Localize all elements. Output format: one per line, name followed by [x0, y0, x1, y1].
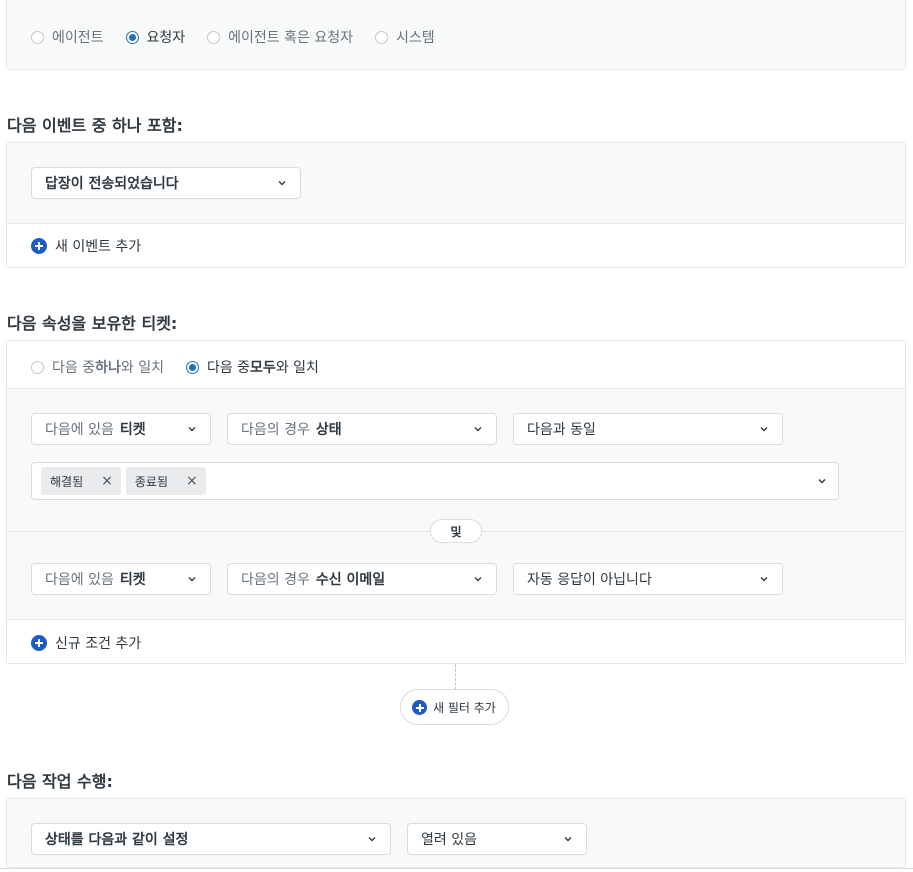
condition2-operator-value: 자동 응답이 아닙니다 — [527, 572, 652, 588]
match-all-pre: 다음 중 — [206, 360, 251, 376]
add-condition-label: 신규 조건 추가 — [55, 636, 142, 652]
chevron-down-icon — [188, 577, 196, 582]
match-any-bold: 하나 — [95, 360, 121, 376]
chevron-down-icon — [760, 577, 768, 582]
radio-match-all-dot[interactable] — [185, 360, 199, 374]
action-select[interactable]: 상태를 다음과 같이 설정 — [31, 823, 391, 855]
radio-match-any-dot[interactable] — [31, 360, 44, 374]
add-filter-button[interactable]: 새 필터 추가 — [400, 689, 509, 725]
value-tag: 해결됨 × — [41, 467, 121, 495]
condition2-object-value: 티켓 — [119, 572, 146, 588]
radio-agent-label: 에이전트 — [52, 30, 104, 46]
requester-scope-panel: 에이전트 요청자 에이전트 혹은 요청자 시스템 — [6, 0, 906, 70]
condition2-field-select[interactable]: 다음의 경우 수신 이메일 — [227, 563, 497, 595]
radio-requester-dot[interactable] — [125, 30, 139, 44]
remove-tag-icon[interactable]: × — [101, 473, 113, 489]
tickets-panel: 다음 중 하나 와 일치 다음 중 모두 와 일치 다음에 있음 티켓 다음의 경우 상… — [6, 340, 906, 664]
actions-panel: 상태를 다음과 같이 설정 열려 있음 — [6, 798, 906, 868]
condition1-field-value: 상태 — [315, 422, 342, 438]
add-event-label: 새 이벤트 추가 — [55, 239, 142, 255]
condition1-operator-select[interactable]: 다음과 동일 — [513, 413, 783, 445]
condition2-field-prefix: 다음의 경우 — [241, 572, 310, 588]
action-value-select[interactable]: 열려 있음 — [407, 823, 587, 855]
condition2-object-select[interactable]: 다음에 있음 티켓 — [31, 563, 211, 595]
condition1-values-multiselect[interactable]: 해결됨 × 종료됨 × — [31, 462, 839, 500]
match-all-bold: 모두 — [250, 360, 276, 376]
condition1-operator-value: 다음과 동일 — [527, 422, 596, 438]
events-heading: 다음 이벤트 중 하나 포함: — [7, 116, 183, 135]
value-tag-label: 해결됨 — [50, 474, 84, 489]
condition1-object-prefix: 다음에 있음 — [45, 422, 114, 438]
chevron-down-icon — [368, 837, 376, 842]
match-mode-radios: 다음 중 하나 와 일치 다음 중 모두 와 일치 — [31, 357, 341, 377]
and-connector: 및 — [430, 519, 482, 543]
condition1-object-select[interactable]: 다음에 있음 티켓 — [31, 413, 211, 445]
add-event-button[interactable]: 새 이벤트 추가 — [31, 236, 141, 256]
match-all-post: 와 일치 — [275, 360, 319, 376]
radio-system-dot[interactable] — [375, 30, 388, 44]
match-any-post: 와 일치 — [120, 360, 164, 376]
radio-agent-or-requester-label: 에이전트 혹은 요청자 — [228, 30, 353, 46]
action-value-select-value: 열려 있음 — [421, 832, 477, 848]
radio-match-any[interactable]: 다음 중 하나 와 일치 — [31, 357, 164, 377]
condition2-field-value: 수신 이메일 — [315, 572, 386, 588]
chevron-down-icon — [278, 181, 286, 186]
match-any-pre: 다음 중 — [52, 360, 96, 376]
value-tag: 종료됨 × — [125, 467, 206, 495]
chevron-down-icon — [760, 427, 768, 432]
chevron-down-icon — [188, 427, 196, 432]
radio-system[interactable]: 시스템 — [375, 27, 435, 47]
radio-agent-dot[interactable] — [31, 30, 44, 44]
filter-connector-line — [455, 664, 456, 690]
radio-requester-label: 요청자 — [146, 30, 186, 46]
condition2-object-prefix: 다음에 있음 — [45, 572, 114, 588]
add-filter-label: 새 필터 추가 — [433, 700, 496, 715]
radio-agent[interactable]: 에이전트 — [31, 27, 104, 47]
radio-requester[interactable]: 요청자 — [125, 27, 186, 47]
actions-heading: 다음 작업 수행: — [7, 772, 113, 791]
tickets-heading: 다음 속성을 보유한 티켓: — [7, 314, 178, 333]
radio-agent-or-requester[interactable]: 에이전트 혹은 요청자 — [207, 27, 353, 47]
condition1-object-value: 티켓 — [119, 422, 146, 438]
chevron-down-icon — [818, 479, 826, 484]
condition2-operator-select[interactable]: 자동 응답이 아닙니다 — [513, 563, 783, 595]
plus-circle-icon — [31, 635, 47, 651]
chevron-down-icon — [474, 427, 482, 432]
radio-agent-or-requester-dot[interactable] — [207, 30, 221, 44]
action-select-value: 상태를 다음과 같이 설정 — [45, 832, 189, 848]
chevron-down-icon — [474, 577, 482, 582]
bottom-edge — [0, 868, 913, 872]
radio-match-all[interactable]: 다음 중 모두 와 일치 — [185, 357, 319, 377]
conditions-footer — [7, 620, 905, 663]
plus-circle-icon — [31, 238, 47, 254]
add-condition-button[interactable]: 신규 조건 추가 — [31, 633, 141, 653]
event-select-value: 답장이 전송되었습니다 — [45, 176, 179, 192]
event-select[interactable]: 답장이 전송되었습니다 — [31, 167, 301, 199]
chevron-down-icon — [564, 837, 572, 842]
condition1-field-select[interactable]: 다음의 경우 상태 — [227, 413, 497, 445]
match-mode-divider — [7, 388, 905, 389]
condition1-field-prefix: 다음의 경우 — [241, 422, 310, 438]
remove-tag-icon[interactable]: × — [186, 473, 198, 489]
events-panel: 답장이 전송되었습니다 새 이벤트 추가 — [6, 142, 906, 268]
radio-system-label: 시스템 — [396, 30, 435, 46]
events-footer — [7, 224, 905, 267]
plus-circle-icon — [412, 699, 427, 715]
value-tag-label: 종료됨 — [134, 474, 168, 489]
requester-scope-radios: 에이전트 요청자 에이전트 혹은 요청자 시스템 — [31, 27, 457, 47]
